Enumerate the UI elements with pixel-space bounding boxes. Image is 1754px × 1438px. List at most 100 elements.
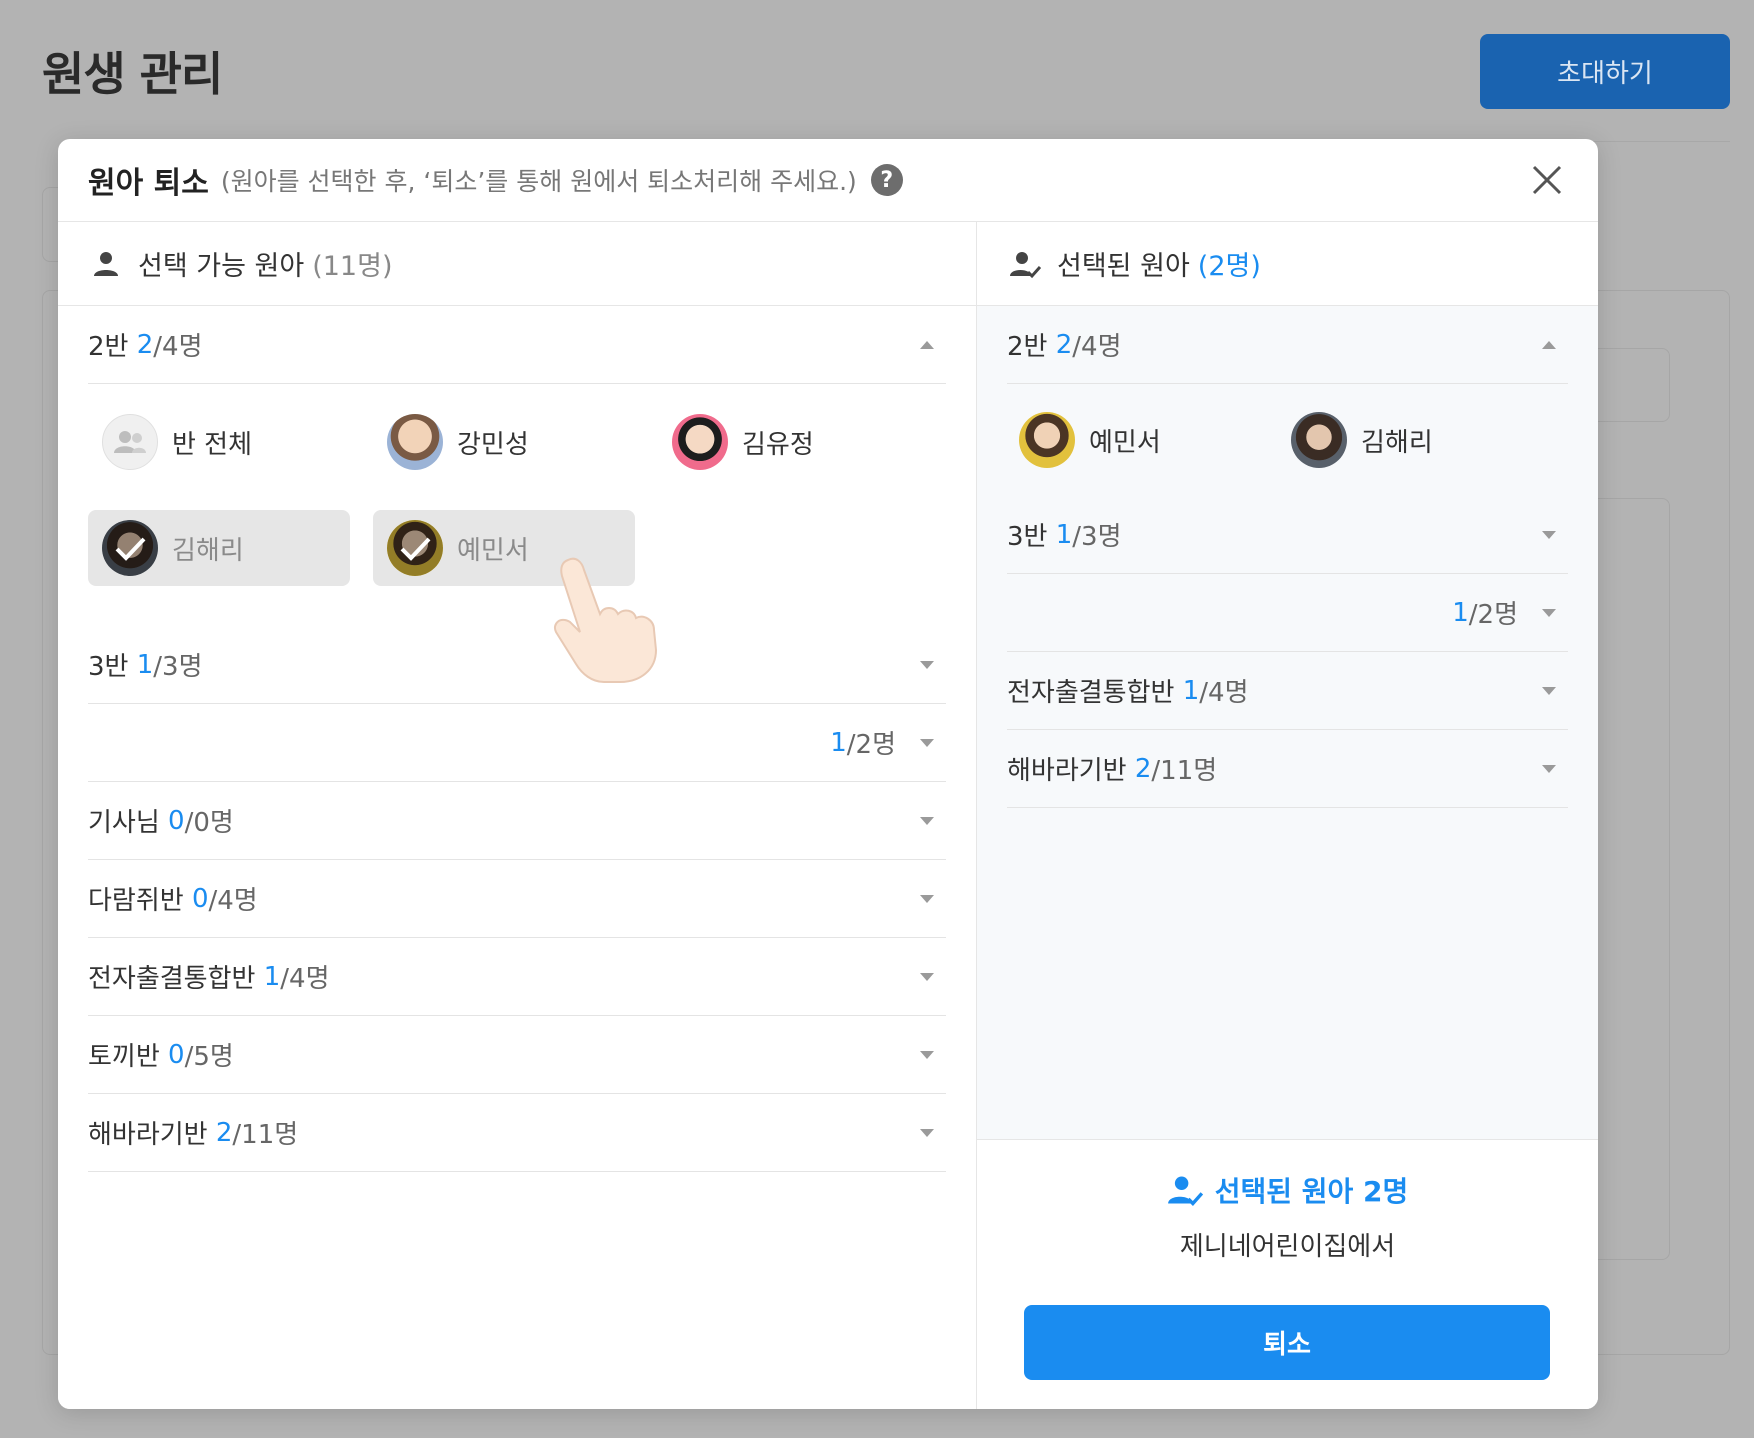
group-total: /11명 (1151, 756, 1218, 786)
footer-selected-count: 선택된 원아 2명 (977, 1170, 1598, 1210)
selected-group-list: 2반 2/4명 예민서 김해리 3반 1/3명 1/2명 전자출결통합반 1 /… (977, 306, 1598, 808)
child-name: 예민서 (1089, 427, 1161, 458)
withdraw-modal: 원아 퇴소 (원아를 선택한 후, ‘퇴소’를 통해 원에서 퇴소처리해 주세요… (58, 139, 1598, 1409)
group-row[interactable]: 해바라기반 2/11명 (88, 1094, 946, 1172)
group-row[interactable]: 전자출결통합반 1/4명 (88, 938, 946, 1016)
group-name: 2반 (88, 332, 129, 362)
child-item-selected[interactable]: 김해리 (88, 510, 350, 586)
available-group-list: 2반 2/4명 반 전체 강민성 김유정 김해리 예민서 3반 1 /3명 1 … (58, 306, 976, 1172)
withdraw-footer: 선택된 원아 2명 제니네어린이집에서 퇴소 (977, 1139, 1598, 1409)
group-selected-count: 1 (1182, 675, 1200, 706)
child-name: 김유정 (742, 429, 814, 460)
group-total: /2명 (1468, 600, 1518, 630)
chevron-down-icon (920, 972, 934, 981)
group-row-open[interactable]: 2반 2/4명 (88, 306, 946, 384)
group-total: /5명 (184, 1042, 234, 1072)
group-total: /4명 (208, 886, 258, 916)
modal-subtitle: (원아를 선택한 후, ‘퇴소’를 통해 원에서 퇴소처리해 주세요.) (220, 167, 857, 196)
child-item[interactable]: 강민성 (373, 404, 635, 480)
group-name: 기사님 (88, 808, 160, 838)
footer-center-name: 제니네어린이집에서 (1179, 1232, 1396, 1262)
available-heading: 선택 가능 원아 (138, 251, 305, 282)
selected-child-item[interactable]: 예민서 (1019, 402, 1279, 478)
group-name: 전자출결통합반 (1007, 678, 1175, 708)
group-selected-count: 2 (1134, 753, 1152, 784)
selected-child-item[interactable]: 김해리 (1291, 402, 1551, 478)
group-row[interactable]: 3반 1/3명 (88, 626, 946, 704)
available-children-header: 선택 가능 원아 (11명) (58, 222, 976, 306)
child-name: 김해리 (172, 535, 244, 566)
chevron-down-icon (920, 738, 934, 747)
group-name: 2반 (1007, 332, 1048, 362)
child-avatar (387, 520, 443, 576)
selected-heading: 선택된 원아 (1057, 251, 1190, 282)
chevron-up-icon (1542, 340, 1556, 349)
invite-button[interactable]: 초대하기 (1480, 34, 1730, 109)
check-icon (387, 520, 443, 576)
close-icon[interactable] (1528, 161, 1566, 199)
chevron-down-icon (1542, 764, 1556, 773)
chevron-down-icon (920, 894, 934, 903)
group-selected-count: 0 (191, 883, 209, 914)
group-selected-count: 2 (1055, 329, 1073, 360)
group-name: 해바라기반 (1007, 756, 1127, 786)
group-row[interactable]: 다람쥐반 0/4명 (88, 860, 946, 938)
available-count: (11명) (312, 251, 393, 282)
group-total: /11명 (232, 1120, 299, 1150)
group-icon (102, 414, 158, 470)
group-selected-count: 1 (136, 649, 154, 680)
group-row[interactable]: 기사님 0/0명 (88, 782, 946, 860)
chevron-down-icon (920, 1128, 934, 1137)
selected-children-header: 선택된 원아 (2명) (977, 222, 1598, 306)
child-name: 반 전체 (172, 429, 253, 460)
group-row[interactable]: 3반 1/3명 (1007, 496, 1568, 574)
group-selected-count: 2 (215, 1117, 233, 1148)
group-name: 3반 (88, 652, 129, 682)
child-grid: 반 전체 강민성 김유정 김해리 예민서 (88, 384, 946, 626)
person-check-icon (1167, 1176, 1203, 1206)
modal-title: 원아 퇴소 (88, 166, 209, 201)
help-icon[interactable]: ? (870, 164, 903, 196)
child-avatar (672, 414, 728, 470)
group-total: /2명 (846, 730, 896, 760)
person-check-icon (1010, 251, 1041, 278)
group-row[interactable]: 1/2명 (88, 704, 946, 782)
chevron-down-icon (1542, 530, 1556, 539)
group-row[interactable]: 토끼반 0/5명 (88, 1016, 946, 1094)
group-name: 다람쥐반 (88, 886, 184, 916)
group-row[interactable]: 전자출결통합반 1/4명 (1007, 652, 1568, 730)
child-avatar (102, 520, 158, 576)
chevron-down-icon (920, 816, 934, 825)
chevron-down-icon (1542, 608, 1556, 617)
group-selected-count: 1 (263, 961, 281, 992)
group-row[interactable]: 해바라기반 2/11명 (1007, 730, 1568, 808)
group-total: /0명 (184, 808, 234, 838)
child-avatar (1291, 412, 1347, 468)
footer-selected-text: 선택된 원아 2명 (1214, 1175, 1409, 1208)
group-row[interactable]: 1/2명 (1007, 574, 1568, 652)
selected-children-panel: 선택된 원아 (2명) 2반 2/4명 예민서 김해리 3반 1/3명 1 /2… (977, 222, 1598, 1409)
group-total: /4명 (1199, 678, 1249, 708)
selected-count: (2명) (1197, 251, 1261, 282)
page-title: 원생 관리 (42, 47, 223, 101)
withdraw-button[interactable]: 퇴소 (1024, 1305, 1550, 1380)
group-name: 3반 (1007, 522, 1048, 552)
selected-child-grid: 예민서 김해리 (1007, 384, 1568, 496)
background-field (1590, 348, 1670, 422)
group-total: /3명 (153, 652, 203, 682)
group-selected-count: 0 (168, 805, 185, 836)
group-selected-count: 2 (136, 329, 154, 360)
hand-pointer-icon (554, 557, 658, 683)
group-row-open[interactable]: 2반 2/4명 (1007, 306, 1568, 384)
child-avatar (1019, 412, 1075, 468)
child-item[interactable]: 김유정 (658, 404, 920, 480)
group-total: /4명 (280, 964, 330, 994)
child-item-all[interactable]: 반 전체 (88, 404, 350, 480)
child-avatar (387, 414, 443, 470)
modal-header: 원아 퇴소 (원아를 선택한 후, ‘퇴소’를 통해 원에서 퇴소처리해 주세요… (58, 139, 1598, 222)
person-icon (94, 251, 118, 276)
group-selected-count: 1 (1452, 597, 1469, 628)
group-total: /3명 (1072, 522, 1122, 552)
group-selected-count: 1 (830, 727, 847, 758)
child-name: 강민성 (457, 429, 529, 460)
